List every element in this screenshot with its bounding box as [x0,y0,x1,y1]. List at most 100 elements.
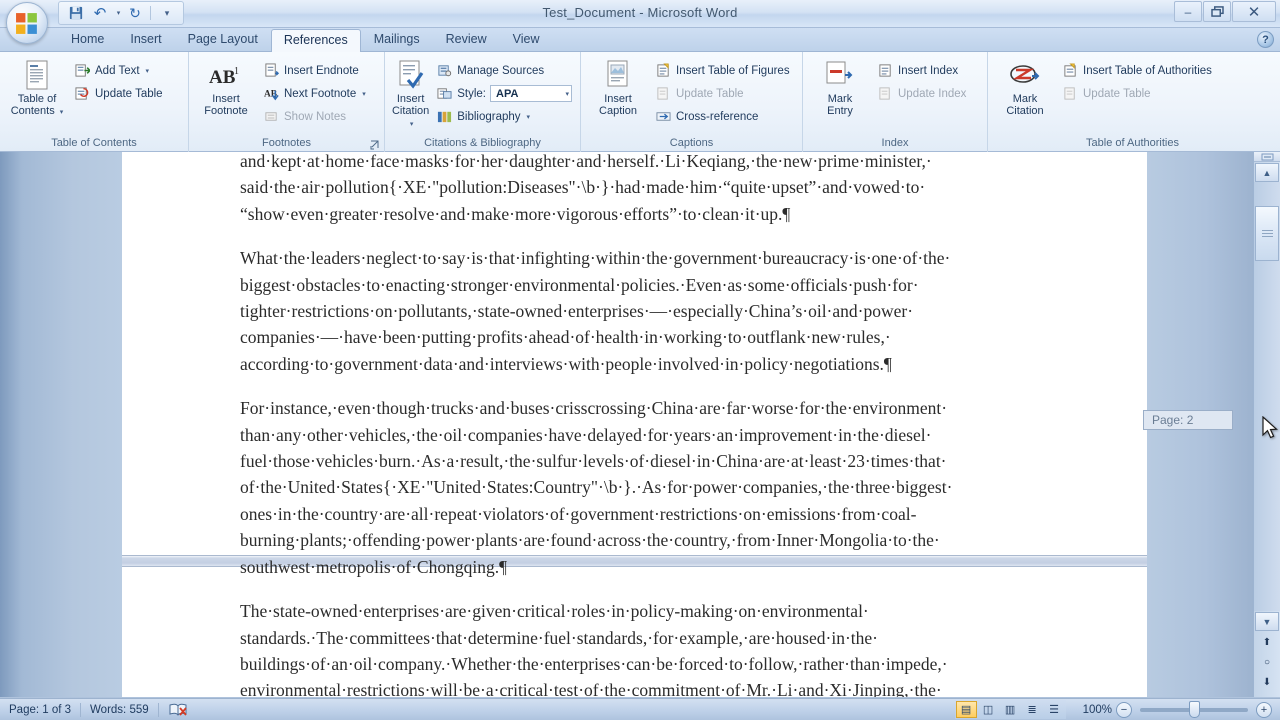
insert-table-of-authorities-button[interactable]: Insert Table of Authorities [1058,59,1216,82]
dialog-launcher-icon [370,140,379,150]
update-index-button[interactable]: Update Index [873,82,970,105]
button-label-line1: Mark [827,93,853,105]
proofing-status-button[interactable] [159,699,197,720]
button-label: Update Table [676,87,744,100]
left-margin-gutter [0,152,122,697]
view-print-layout-button[interactable]: ▤ [955,701,977,718]
zoom-level[interactable]: 100% [1074,699,1116,720]
tab-home[interactable]: Home [58,28,117,51]
add-text-button[interactable]: Add Text ▾ [70,59,167,82]
zoom-out-button[interactable]: − [1116,701,1132,718]
text-line: companies·—·have·been·putting·profits·ah… [240,327,891,348]
paragraph-4[interactable]: The·state-owned·enterprises·are·given·cr… [240,598,1040,697]
document-canvas[interactable]: and·kept·at·home·face·masks·for·her·daug… [0,152,1280,697]
tab-page-layout[interactable]: Page Layout [175,28,271,51]
tab-label: View [512,32,540,46]
group-label: Footnotes [262,137,311,149]
double-arrow-up-icon: ⬆ [1262,636,1272,648]
table-of-contents-button[interactable]: Table of Contents ▾ [4,57,70,121]
update-table-figures-button[interactable]: Update Table [651,82,794,105]
text-line: tighter·restrictions·on·pollutants,·stat… [240,301,914,322]
view-draft-button[interactable]: ☰ [1044,701,1065,718]
paragraph-1[interactable]: and·kept·at·home·face·masks·for·her·daug… [240,152,1040,227]
insert-footnote-button[interactable]: AB 1 Insert Footnote [193,57,259,119]
button-label-line1: Mark [1012,93,1038,105]
text-line: The·state-owned·enterprises·are·given·cr… [240,601,869,622]
split-handle-icon [1261,153,1273,160]
button-label-line2: Citation [1006,105,1044,117]
scroll-down-button[interactable]: ▼ [1255,612,1279,631]
scrollbar-thumb[interactable] [1255,206,1279,261]
cross-reference-button[interactable]: Cross-reference [651,105,794,128]
zoom-level-label: 100% [1082,703,1112,716]
chevron-down-icon: ▾ [362,90,366,98]
update-table-button[interactable]: Update Table [70,82,167,105]
manage-sources-icon [436,62,453,79]
update-table-icon [655,85,672,102]
outline-icon: ≣ [1027,704,1037,716]
ribbon-group-citations-bibliography: Insert Citation ▾ Manage Sources Style: … [385,52,581,152]
button-label: Show Notes [284,110,347,123]
button-label: Insert Table of Figures [676,64,790,77]
chevron-down-icon: ▾ [526,113,531,121]
mouse-cursor [1262,416,1278,439]
next-page-button[interactable]: ⬇ [1254,672,1280,692]
zoom-slider-thumb[interactable] [1189,700,1200,718]
zoom-in-button[interactable]: + [1256,701,1272,718]
tab-mailings[interactable]: Mailings [361,28,433,51]
view-web-layout-button[interactable]: ▥ [1000,701,1021,718]
paragraph-3[interactable]: For·instance,·even·though·trucks·and·bus… [240,395,1040,580]
text-line: standards.·The·committees·that·determine… [240,627,878,648]
insert-citation-button[interactable]: Insert Citation ▾ [389,57,432,133]
tab-references[interactable]: References [270,29,361,52]
footnotes-dialog-launcher[interactable] [369,139,381,151]
update-table-icon [74,85,91,102]
scrollbar-lower-controls: ▼ ⬆ ○ ⬇ [1254,611,1280,697]
tab-review[interactable]: Review [433,28,500,51]
text-line: and·kept·at·home·face·masks·for·her·daug… [240,152,932,171]
insert-table-of-figures-button[interactable]: Insert Table of Figures [651,59,794,82]
select-browse-object-button[interactable]: ○ [1254,652,1280,672]
citation-style-select[interactable]: APA ▾ [490,85,572,102]
mark-entry-button[interactable]: Mark Entry [807,57,873,119]
show-notes-button[interactable]: Show Notes [259,105,370,128]
insert-endnote-icon [263,62,280,79]
office-button[interactable] [6,2,48,44]
restore-icon [1210,6,1224,17]
scroll-up-button[interactable]: ▲ [1255,163,1279,182]
document-text[interactable]: and·kept·at·home·face·masks·for·her·daug… [240,152,1040,697]
minus-icon: − [1120,703,1128,716]
insert-endnote-button[interactable]: Insert Endnote [259,59,370,82]
button-label: Insert Index [898,64,959,77]
proofing-errors-icon [169,703,187,716]
tab-insert[interactable]: Insert [117,28,174,51]
next-footnote-button[interactable]: AB Next Footnote ▾ [259,82,370,105]
text-line: burning·plants;·offending·power·plants·a… [240,530,940,551]
show-notes-icon [263,108,280,125]
update-table-authorities-button[interactable]: Update Table [1058,82,1216,105]
page-indicator[interactable]: Page: 1 of 3 [0,699,80,720]
zoom-slider[interactable] [1140,700,1248,718]
help-button[interactable]: ? [1257,31,1274,48]
group-label: Citations & Bibliography [424,137,541,149]
tab-view[interactable]: View [500,28,553,51]
insert-caption-button[interactable]: Insert Caption [585,57,651,119]
minimize-button[interactable]: – [1174,1,1202,22]
insert-table-of-authorities-icon [1062,62,1079,79]
restore-button[interactable] [1203,1,1231,22]
previous-page-button[interactable]: ⬆ [1254,632,1280,652]
view-outline-button[interactable]: ≣ [1022,701,1043,718]
chevron-down-icon: ▾ [409,121,414,128]
mark-citation-button[interactable]: Mark Citation [992,57,1058,119]
minimize-icon: – [1184,4,1192,19]
word-count[interactable]: Words: 559 [81,699,158,720]
group-label: Table of Authorities [1086,137,1179,149]
bibliography-button[interactable]: Bibliography ▾ [432,105,576,128]
view-full-screen-reading-button[interactable]: ◫ [978,701,999,718]
group-label: Index [881,137,909,149]
paragraph-2[interactable]: What·the·leaders·neglect·to·say·is·that·… [240,245,1040,377]
close-button[interactable]: ✕ [1232,1,1276,22]
manage-sources-button[interactable]: Manage Sources [432,59,576,82]
split-window-handle[interactable] [1254,152,1280,162]
insert-index-button[interactable]: Insert Index [873,59,970,82]
